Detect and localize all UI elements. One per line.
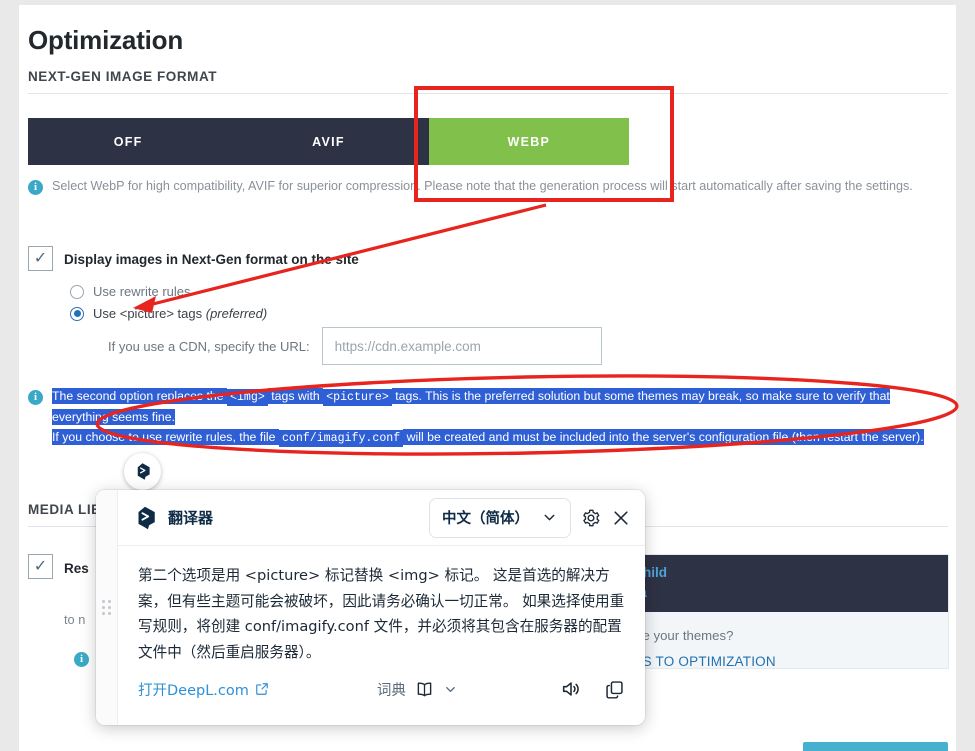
chevron-down-icon	[544, 514, 555, 521]
deepl-logo-icon	[137, 463, 150, 480]
theme-card-header: a Child stra	[600, 555, 948, 612]
gear-icon	[583, 509, 600, 526]
radio-label-suffix: (preferred)	[205, 306, 268, 321]
deepl-logo-icon	[138, 506, 155, 529]
media-sub-text: to n	[64, 612, 86, 627]
nextgen-format-toggle[interactable]: OFF AVIF WEBP	[28, 118, 629, 165]
dictionary-label: 词典	[376, 682, 406, 699]
save-changes-button[interactable]	[803, 742, 948, 751]
chevron-down-icon	[446, 686, 455, 692]
popup-footer: 打开DeepL.com 词典	[138, 678, 625, 700]
info-icon: i	[74, 652, 89, 667]
picture-tags-note-text: The second option replaces the <img> tag…	[52, 387, 937, 448]
info-icon: i	[28, 390, 43, 405]
radio-label-text: Use <picture> tags	[93, 306, 203, 321]
section-heading-nextgen: NEXT-GEN IMAGE FORMAT	[28, 69, 218, 84]
checkbox-display-nextgen[interactable]: ✓	[28, 246, 53, 271]
radio-button[interactable]	[70, 284, 84, 299]
cdn-url-label: If you use a CDN, specify the URL:	[108, 338, 310, 354]
right-gutter	[956, 0, 975, 751]
theme-optimization-card: a Child stra mize your themes? MES TO OP…	[599, 554, 949, 669]
checkbox-resize-media[interactable]: ✓	[28, 554, 53, 579]
popup-actions	[560, 678, 625, 700]
page-title: Optimization	[28, 25, 184, 55]
divider	[28, 93, 948, 94]
speaker-icon	[562, 682, 579, 696]
radio-label: Use rewrite rules	[93, 284, 191, 299]
close-icon	[614, 510, 628, 525]
open-deepl-link-label: 打开DeepL.com	[138, 682, 249, 699]
toggle-option-off[interactable]: OFF	[28, 118, 228, 165]
toggle-option-webp[interactable]: WEBP	[428, 118, 629, 165]
popup-title: 翻译器	[168, 510, 214, 527]
theme-card-link[interactable]: MES TO OPTIMIZATION	[600, 643, 948, 669]
drag-dots-icon	[102, 600, 111, 615]
copy-icon	[606, 680, 623, 699]
radio-use-picture-tags[interactable]: Use <picture> tags (preferred)	[70, 306, 267, 321]
theme-name-line2: stra	[622, 583, 948, 603]
cdn-url-input[interactable]	[321, 327, 602, 365]
dictionary-toggle[interactable]: 词典	[377, 679, 458, 700]
language-selector[interactable]: 中文（简体）	[429, 497, 571, 538]
translation-text: 第二个选项是用 <picture> 标记替换 <img> 标记。 这是首选的解决…	[138, 567, 625, 661]
radio-label: Use <picture> tags (preferred)	[93, 306, 267, 321]
copy-button[interactable]	[604, 679, 625, 700]
theme-name-line1: a Child	[622, 565, 668, 580]
info-icon: i	[28, 180, 43, 195]
nextgen-info-row: i Select WebP for high compatibility, AV…	[28, 178, 928, 195]
note-code-fragment: <img>	[227, 389, 268, 406]
checkbox-resize-media-label: Res	[64, 561, 89, 576]
popup-drag-handle[interactable]	[96, 490, 118, 725]
book-icon	[417, 681, 432, 696]
radio-use-rewrite-rules[interactable]: Use rewrite rules	[70, 284, 191, 299]
note-text-fragment: will be created and must be included int…	[403, 428, 924, 445]
cdn-url-row: If you use a CDN, specify the URL:	[70, 327, 602, 365]
toggle-option-avif[interactable]: AVIF	[228, 118, 428, 165]
external-link-icon	[256, 683, 268, 695]
settings-button[interactable]	[581, 508, 601, 528]
popup-header: 翻译器 中文（简体）	[118, 490, 645, 546]
note-code-fragment: conf/imagify.conf	[278, 429, 404, 447]
note-text-fragment: If you choose to use rewrite rules, the …	[52, 428, 279, 445]
nextgen-info-text: Select WebP for high compatibility, AVIF…	[52, 179, 913, 193]
radio-button[interactable]	[70, 306, 84, 321]
left-gutter	[0, 0, 19, 751]
note-code-fragment: <picture>	[323, 389, 392, 406]
note-text-fragment: tags with	[267, 388, 324, 404]
note-text-fragment: The second option replaces the	[52, 388, 228, 404]
speak-button[interactable]	[560, 678, 582, 700]
picture-tags-note: i The second option replaces the <img> t…	[28, 387, 948, 448]
checkbox-display-nextgen-label: Display images in Next-Gen format on the…	[64, 252, 359, 267]
language-selector-value: 中文（简体）	[442, 511, 529, 527]
close-button[interactable]	[611, 508, 631, 528]
theme-card-question: mize your themes?	[622, 628, 734, 643]
deepl-fab-button[interactable]	[124, 453, 161, 490]
open-deepl-link[interactable]: 打开DeepL.com	[138, 679, 269, 700]
deepl-translator-popup[interactable]: 翻译器 中文（简体） 第二个选项是用 <picture> 标记替换 <img> …	[96, 490, 645, 725]
